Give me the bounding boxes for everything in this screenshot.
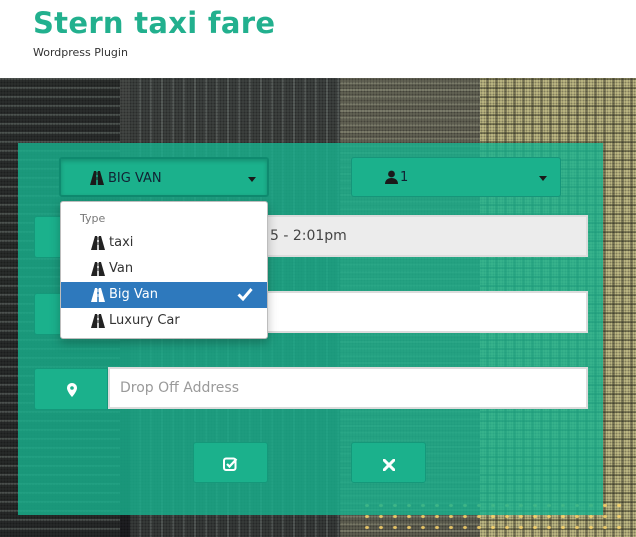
close-icon [382, 456, 396, 475]
menu-item-luxury-car[interactable]: Luxury Car [61, 308, 267, 334]
site-title: Stern taxi fare [33, 6, 276, 40]
dropoff-address-placeholder: Drop Off Address [120, 380, 239, 396]
car-type-selected: BIG VAN [108, 171, 162, 186]
menu-item-label: Van [109, 261, 134, 276]
reset-button[interactable] [351, 442, 426, 483]
menu-item-van[interactable]: Van [61, 256, 267, 282]
car-type-menu: Type taxi Van Big Van Luxury Car [60, 201, 268, 339]
road-icon [91, 314, 105, 332]
user-icon [385, 170, 398, 188]
date-time-value: 5 - 2:01pm [270, 228, 347, 244]
site-subtitle: Wordpress Plugin [33, 46, 128, 59]
check-square-icon [223, 456, 238, 475]
site-header: Stern taxi fare Wordpress Plugin [0, 0, 636, 78]
menu-item-label: Big Van [109, 287, 159, 302]
road-icon [91, 288, 105, 306]
check-icon [237, 287, 253, 305]
menu-header-type: Type [80, 212, 106, 225]
car-type-select[interactable]: BIG VAN [59, 157, 269, 197]
menu-item-label: taxi [109, 235, 134, 250]
submit-button[interactable] [193, 442, 268, 483]
road-icon [91, 236, 105, 254]
chevron-down-icon [248, 177, 256, 182]
menu-item-big-van[interactable]: Big Van [61, 282, 267, 308]
map-marker-icon [67, 382, 77, 401]
road-icon [90, 171, 104, 189]
menu-item-label: Luxury Car [109, 313, 180, 328]
dropoff-addon [34, 368, 108, 410]
passengers-selected: 1 [400, 170, 409, 185]
dropoff-address-input[interactable]: Drop Off Address [108, 367, 588, 409]
passengers-select[interactable]: 1 [351, 157, 561, 197]
menu-item-taxi[interactable]: taxi [61, 230, 267, 256]
road-icon [91, 262, 105, 280]
chevron-down-icon [539, 176, 547, 181]
